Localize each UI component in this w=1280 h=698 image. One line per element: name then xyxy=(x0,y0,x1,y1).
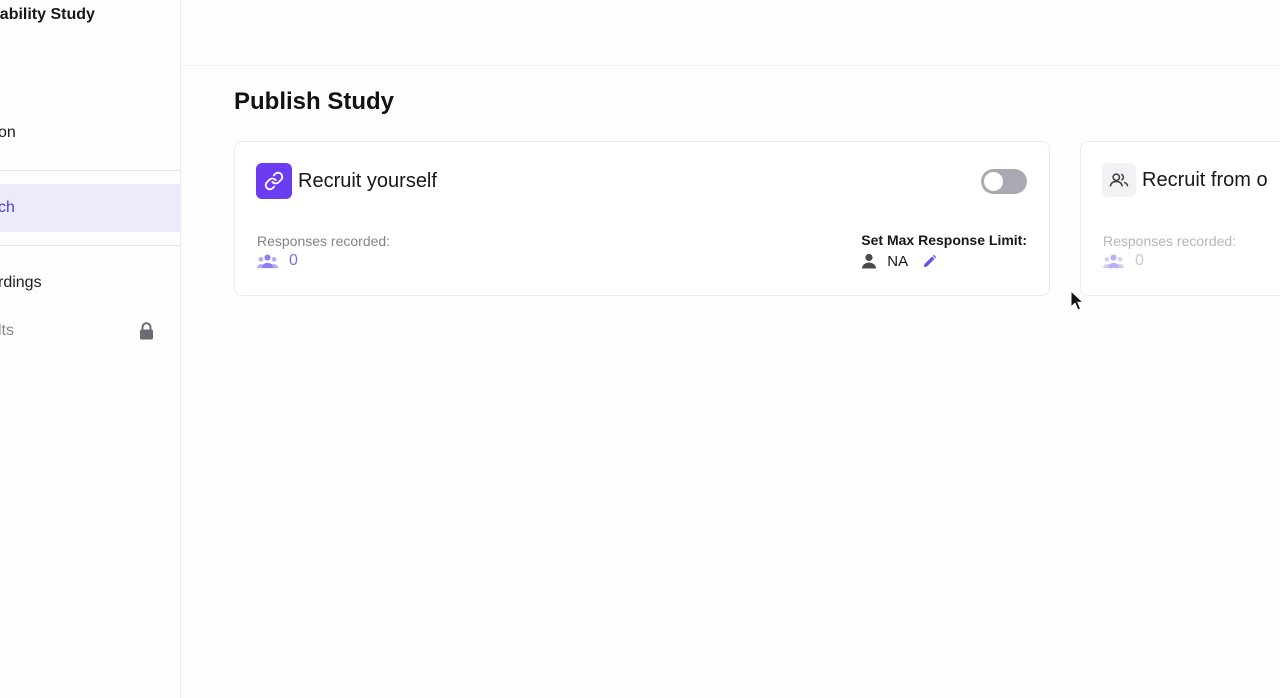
limit-value: NA xyxy=(887,252,909,270)
card-header: Recruit from o xyxy=(1102,163,1268,197)
sidebar-item-label: rdings xyxy=(0,274,42,291)
users-icon xyxy=(1103,254,1124,268)
page-title: Publish Study xyxy=(234,88,395,115)
sidebar-item-label: lts xyxy=(0,322,14,339)
responses-count: 0 xyxy=(1135,252,1144,269)
sidebar-item-results[interactable]: lts xyxy=(0,307,180,355)
edit-limit-button[interactable] xyxy=(922,252,940,270)
responses-row: 0 xyxy=(257,252,298,270)
link-icon xyxy=(256,163,292,199)
app-window: e Usability Study p on ch rdings lts Pub… xyxy=(0,0,1280,698)
sidebar-item-label: ch xyxy=(0,199,15,216)
toggle-knob xyxy=(984,172,1003,191)
pencil-icon xyxy=(924,254,937,267)
sidebar-item-label: on xyxy=(0,124,16,141)
lock-icon xyxy=(140,322,153,340)
recruit-yourself-card: Recruit yourself Responses recorded: 0 S… xyxy=(234,141,1050,296)
sidebar: e Usability Study p on ch rdings lts xyxy=(0,0,181,698)
study-title: e Usability Study xyxy=(0,6,95,23)
card-title: Recruit from o xyxy=(1142,168,1268,191)
top-header xyxy=(182,0,1280,66)
recruit-from-panel-card: Recruit from o Responses recorded: 0 xyxy=(1080,141,1280,296)
max-response-limit: Set Max Response Limit: NA xyxy=(861,232,1027,270)
sidebar-item-configuration[interactable]: on xyxy=(0,109,180,157)
responses-row: 0 xyxy=(1103,252,1144,270)
sidebar-item-launch[interactable]: ch xyxy=(0,184,180,232)
mouse-cursor-icon xyxy=(1070,290,1084,311)
limit-row: NA xyxy=(861,252,1027,270)
limit-label: Set Max Response Limit: xyxy=(861,232,1027,248)
users-icon xyxy=(257,254,278,268)
sidebar-divider xyxy=(0,245,180,246)
responses-count: 0 xyxy=(289,252,298,269)
sidebar-item-setup[interactable]: p xyxy=(0,61,180,109)
sidebar-item-recordings[interactable]: rdings xyxy=(0,259,180,307)
person-icon xyxy=(862,253,877,269)
responses-label: Responses recorded: xyxy=(257,233,391,249)
sidebar-divider xyxy=(0,170,180,171)
card-title: Recruit yourself xyxy=(298,169,437,192)
recruit-yourself-toggle[interactable] xyxy=(981,169,1027,194)
users-icon xyxy=(1102,163,1136,197)
card-header: Recruit yourself xyxy=(256,163,437,199)
responses-label: Responses recorded: xyxy=(1103,233,1237,249)
